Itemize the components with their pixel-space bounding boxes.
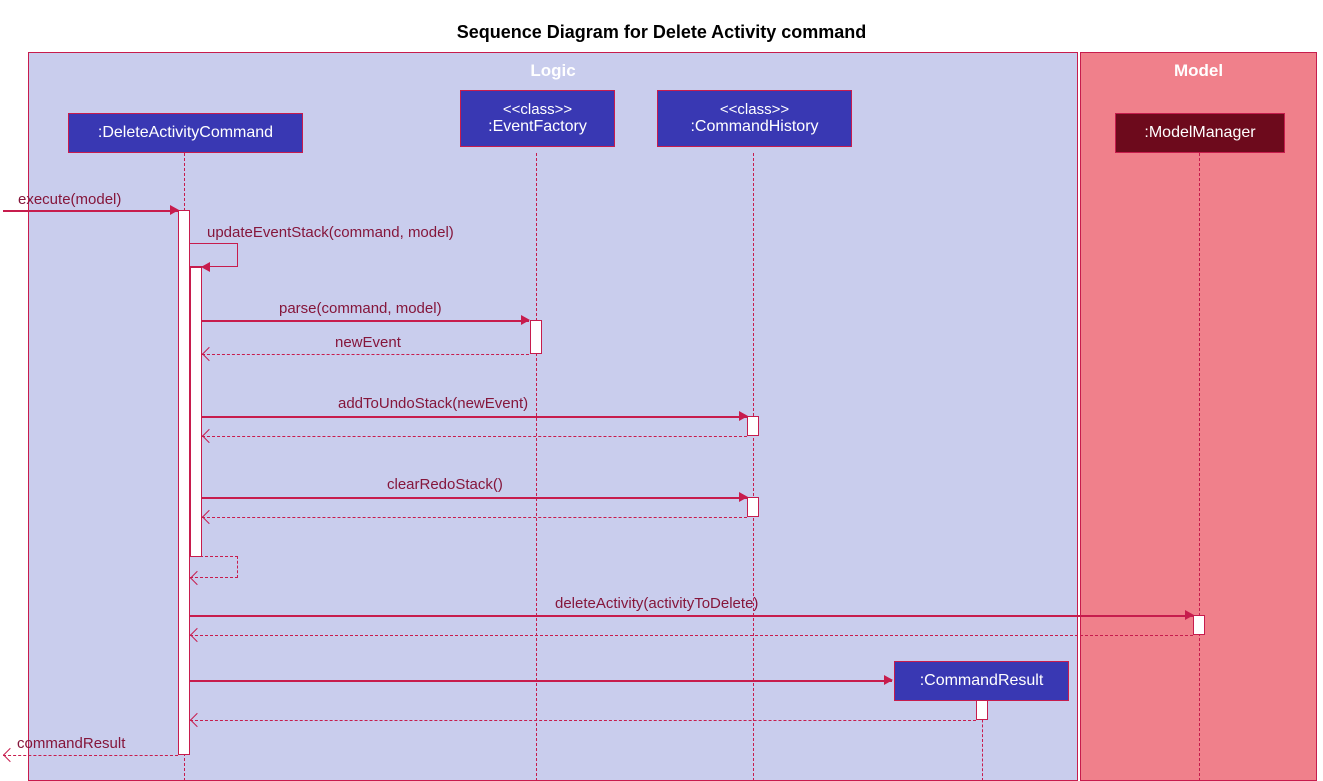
participant-command-history-label: :CommandHistory (690, 118, 818, 135)
arrow-clear-redo (202, 497, 747, 499)
activation-ef (530, 320, 542, 354)
arrow-parse (202, 320, 529, 322)
stereotype-command-history: <<class>> (672, 101, 837, 118)
arrow-execute (3, 210, 178, 212)
self-call-update-event-stack (190, 243, 238, 267)
msg-parse: parse(command, model) (279, 300, 442, 317)
arrowhead-self-update (201, 262, 210, 272)
return-command-result (3, 755, 178, 756)
msg-update-event-stack: updateEventStack(command, model) (207, 224, 454, 241)
participant-command-history: <<class>> :CommandHistory (657, 90, 852, 147)
arrow-add-undo (202, 416, 747, 418)
activation-ch1 (747, 416, 759, 436)
activation-ch2 (747, 497, 759, 517)
model-title: Model (1081, 53, 1316, 89)
activation-mm (1193, 615, 1205, 635)
msg-execute: execute(model) (18, 191, 121, 208)
return-clear-redo (202, 517, 747, 518)
activation-cr (976, 700, 988, 720)
msg-command-result: commandResult (17, 735, 125, 752)
participant-model-manager: :ModelManager (1115, 113, 1285, 153)
msg-new-event: newEvent (335, 334, 401, 351)
msg-clear-redo: clearRedoStack() (387, 476, 503, 493)
arrow-delete-activity (190, 615, 1193, 617)
return-delete-activity (190, 635, 1193, 636)
participant-event-factory: <<class>> :EventFactory (460, 90, 615, 147)
msg-add-undo: addToUndoStack(newEvent) (338, 395, 528, 412)
arrowhead-create-cr (884, 675, 893, 685)
lifeline-ef (536, 153, 537, 781)
lifeline-ch (753, 153, 754, 781)
arrowhead-command-result (3, 748, 17, 762)
return-add-undo (202, 436, 747, 437)
logic-title: Logic (29, 53, 1077, 89)
return-cr (190, 720, 976, 721)
diagram-title: Sequence Diagram for Delete Activity com… (0, 22, 1323, 43)
activation-dac-nested (190, 267, 202, 557)
participant-delete-activity-command: :DeleteActivityCommand (68, 113, 303, 153)
participant-event-factory-label: :EventFactory (488, 118, 587, 135)
msg-delete-activity: deleteActivity(activityToDelete) (555, 595, 758, 612)
arrow-create-cr (190, 680, 892, 682)
activation-dac-main (178, 210, 190, 755)
return-new-event (202, 354, 529, 355)
arrowhead-parse (521, 315, 530, 325)
lifeline-mm (1199, 153, 1200, 781)
stereotype-event-factory: <<class>> (475, 101, 600, 118)
participant-command-result: :CommandResult (894, 661, 1069, 701)
